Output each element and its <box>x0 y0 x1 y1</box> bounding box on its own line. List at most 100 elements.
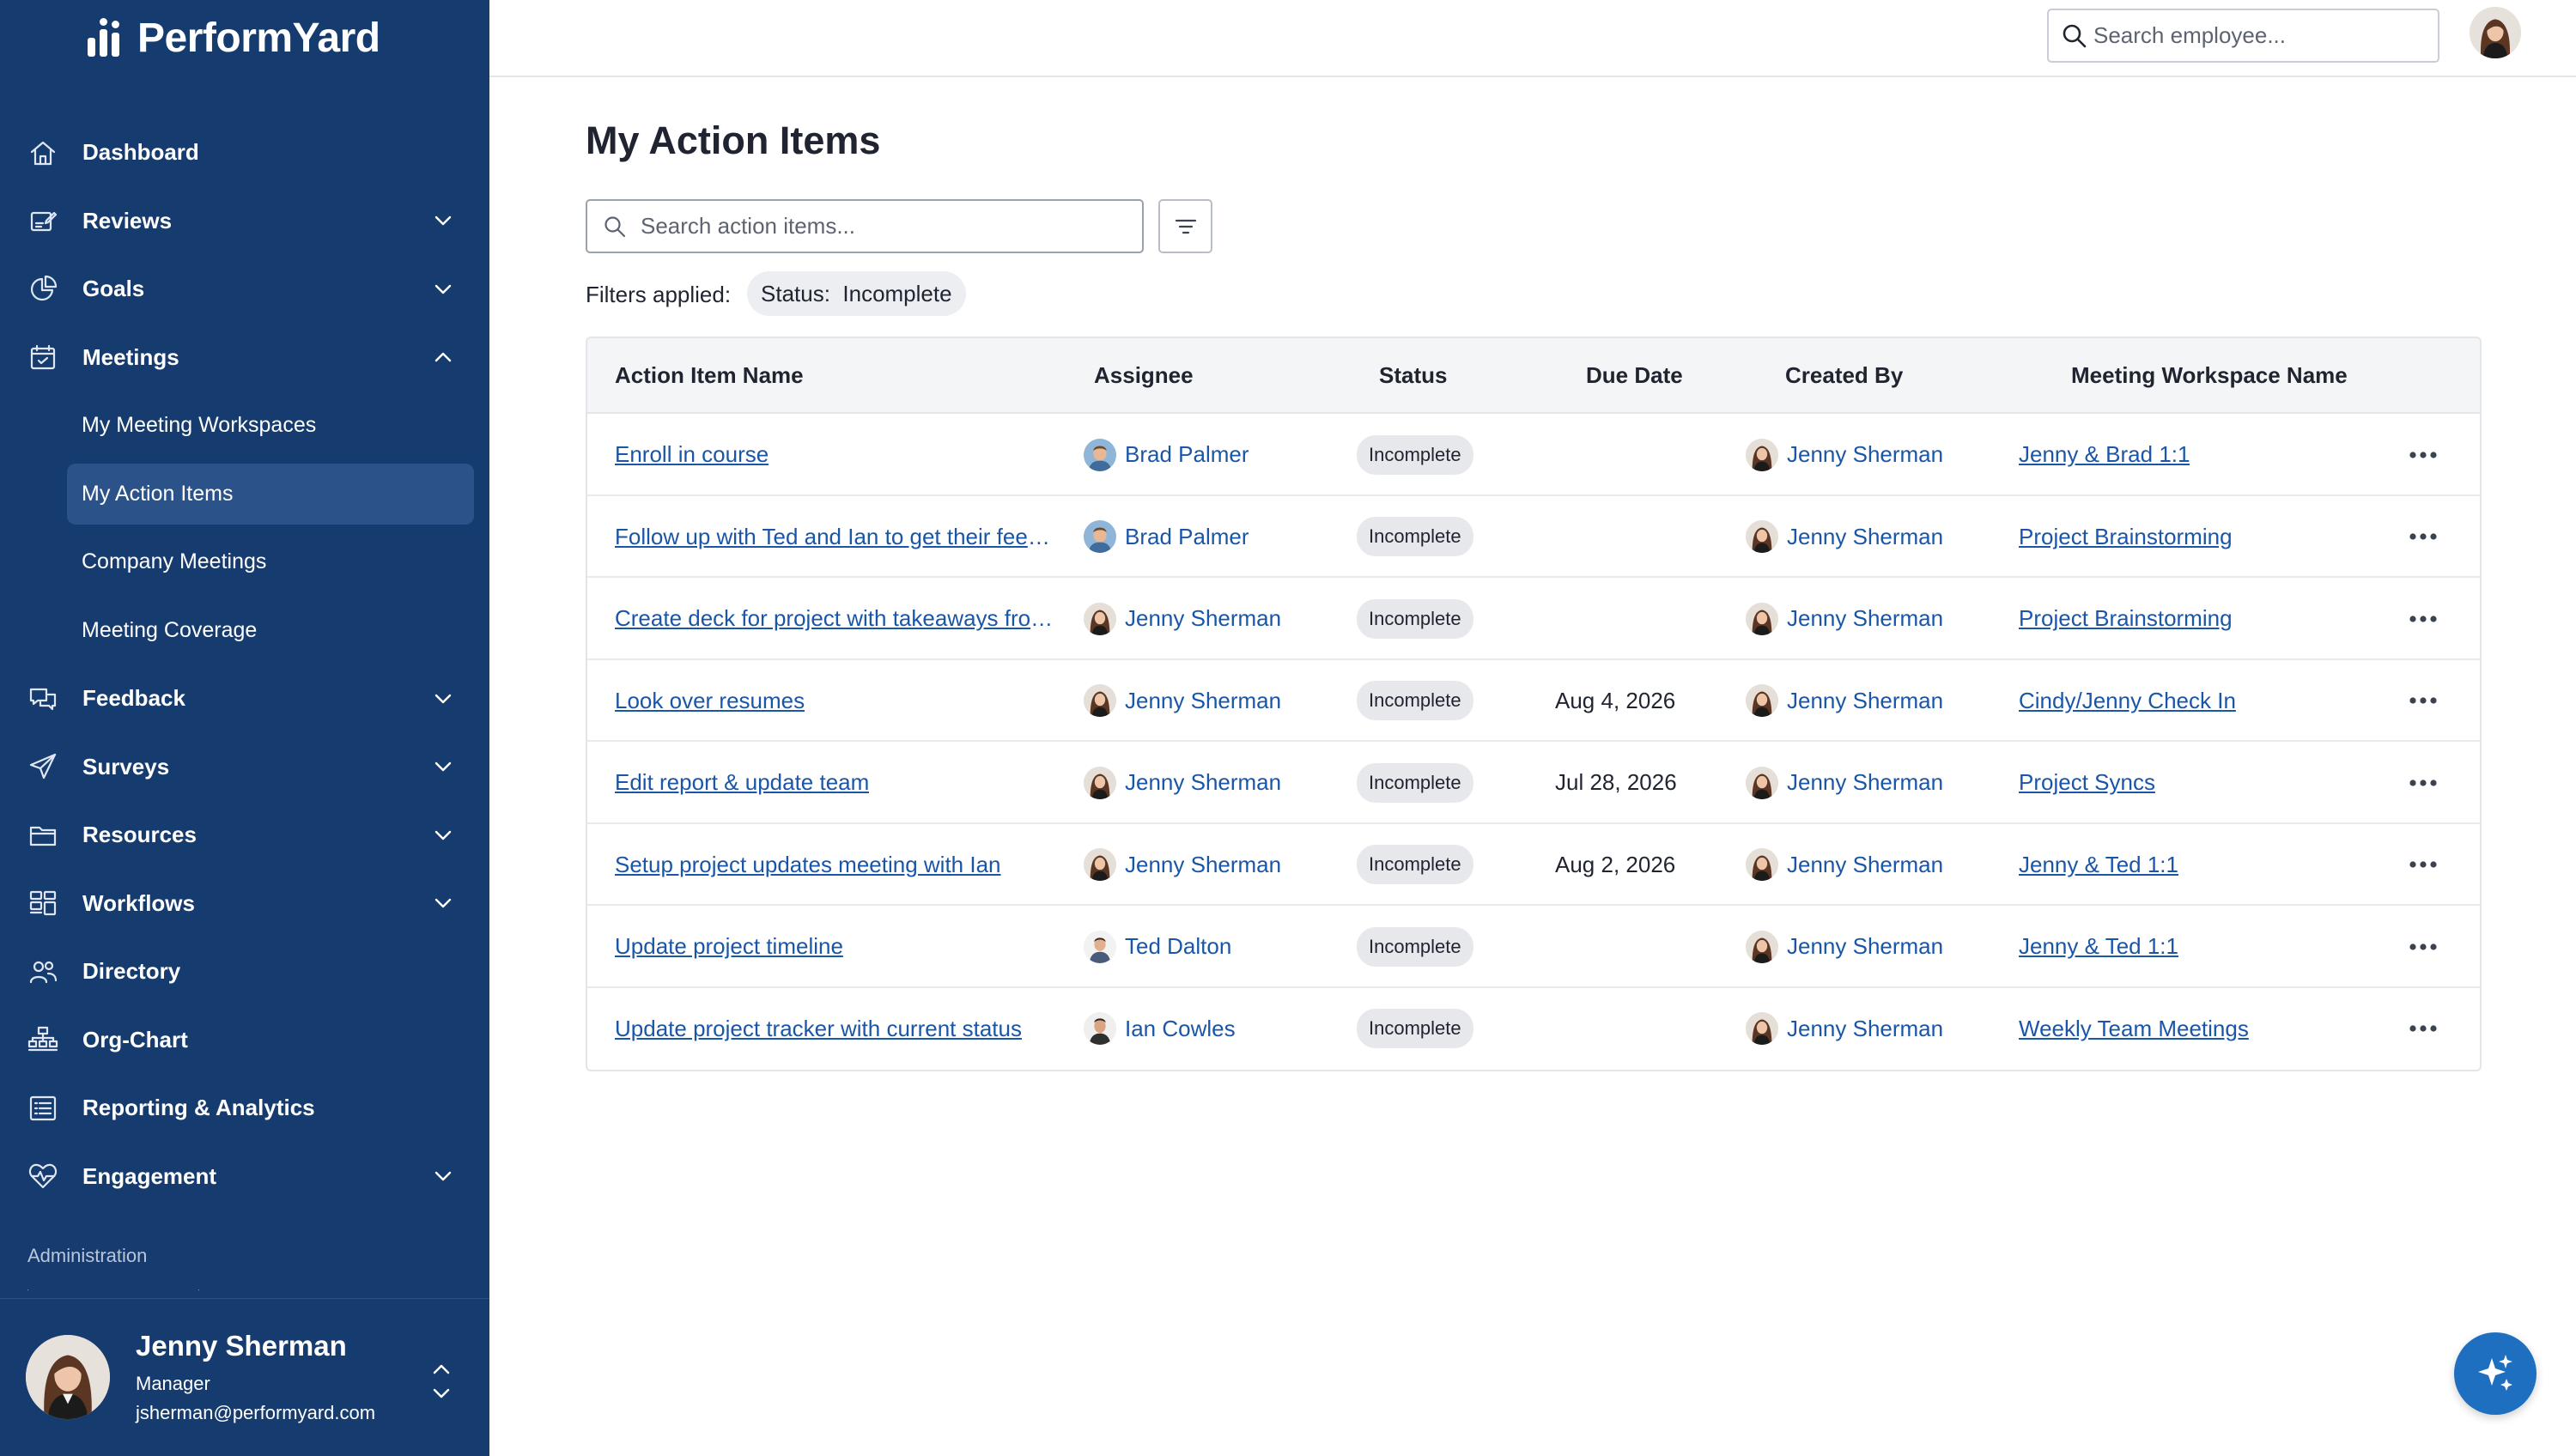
sidebar-subitem-my-action-items[interactable]: My Action Items <box>0 460 489 529</box>
created-by-link[interactable]: Jenny Sherman <box>1746 848 1943 882</box>
workspace-link[interactable]: Cindy/Jenny Check In <box>2019 688 2236 714</box>
chevron-up-icon[interactable] <box>431 345 455 369</box>
assignee-avatar <box>1084 684 1116 718</box>
sidebar-item-goals[interactable]: Goals <box>0 255 489 324</box>
chevron-down-icon[interactable] <box>431 1164 455 1188</box>
assignee-link[interactable]: Jenny Sherman <box>1084 848 1282 882</box>
more-options-icon[interactable] <box>2404 928 2442 966</box>
column-header-status[interactable]: Status <box>1379 362 1447 389</box>
sidebar-item-label: Workflows <box>82 889 195 916</box>
created-by-link[interactable]: Jenny Sherman <box>1746 766 1943 799</box>
workspace-link[interactable]: Jenny & Brad 1:1 <box>2019 441 2190 468</box>
chevron-down-icon[interactable] <box>431 755 455 779</box>
main-nav: Dashboard Reviews Goals Meetings My Meeting … <box>0 118 489 1210</box>
status-badge: Incomplete <box>1357 1009 1473 1049</box>
assignee-name: Jenny Sherman <box>1125 851 1282 877</box>
chevron-down-icon[interactable] <box>431 823 455 847</box>
user-avatar[interactable] <box>2470 7 2521 58</box>
employee-search[interactable] <box>2047 9 2439 63</box>
sidebar-item-reporting-and-analytics[interactable]: Reporting & Analytics <box>0 1074 489 1143</box>
org-chart-icon <box>26 1022 60 1057</box>
chevron-down-icon[interactable] <box>431 687 455 711</box>
heart-pulse-icon <box>26 1159 60 1193</box>
sidebar-item-label: Engagement <box>82 1162 217 1189</box>
created-by-link[interactable]: Jenny Sherman <box>1746 602 1943 635</box>
assignee-link[interactable]: Ian Cowles <box>1084 1012 1236 1046</box>
sidebar-item-engagement[interactable]: Engagement <box>0 1143 489 1211</box>
more-options-icon[interactable] <box>2404 764 2442 802</box>
created-by-name: Jenny Sherman <box>1787 441 1944 468</box>
workspace-link[interactable]: Project Brainstorming <box>2019 605 2233 632</box>
created-by-link[interactable]: Jenny Sherman <box>1746 438 1944 471</box>
more-options-icon[interactable] <box>2404 436 2442 474</box>
assignee-link[interactable]: Jenny Sherman <box>1084 602 1281 635</box>
column-header-assignee[interactable]: Assignee <box>1094 362 1194 389</box>
reviews-icon <box>26 203 60 238</box>
action-item-link[interactable]: Setup project updates meeting with Ian <box>615 852 1001 878</box>
action-item-link[interactable]: Update project tracker with current stat… <box>615 1016 1022 1042</box>
more-options-icon[interactable] <box>2404 518 2442 555</box>
action-item-link[interactable]: Follow up with Ted and Ian to get their … <box>615 524 1061 550</box>
sidebar-subitem-meeting-coverage[interactable]: Meeting Coverage <box>0 597 489 665</box>
sidebar-item-reviews[interactable]: Reviews <box>0 187 489 256</box>
chevron-down-icon[interactable] <box>431 209 455 233</box>
ai-assistant-button[interactable] <box>2454 1332 2537 1415</box>
search-icon <box>605 216 626 238</box>
filter-button[interactable] <box>1158 199 1212 253</box>
column-header-meeting-workspace-name[interactable]: Meeting Workspace Name <box>2071 362 2348 389</box>
sidebar-subitem-label: Meeting Coverage <box>82 617 258 642</box>
user-profile[interactable]: Jenny Sherman Manager jsherman@performya… <box>0 1298 489 1456</box>
sidebar-subitem-company-meetings[interactable]: Company Meetings <box>0 528 489 597</box>
workspace-link[interactable]: Project Brainstorming <box>2019 524 2233 550</box>
more-options-icon[interactable] <box>2404 1010 2442 1047</box>
sidebar-item-org-chart[interactable]: Org-Chart <box>0 1006 489 1075</box>
assignee-link[interactable]: Jenny Sherman <box>1084 766 1281 799</box>
action-items-search-input[interactable] <box>641 213 1121 240</box>
admin-section-label: Administration <box>27 1245 148 1266</box>
more-options-icon[interactable] <box>2404 682 2442 719</box>
chevron-down-icon[interactable] <box>431 891 455 915</box>
status-filter-chip[interactable]: Status: Incomplete <box>747 271 966 316</box>
column-header-due-date[interactable]: Due Date <box>1586 362 1683 389</box>
profile-role: Manager <box>136 1373 210 1394</box>
workspace-link[interactable]: Weekly Team Meetings <box>2019 1016 2249 1042</box>
sidebar-subitem-my-meeting-workspaces[interactable]: My Meeting Workspaces <box>0 391 489 460</box>
performyard-logo[interactable]: PerformYard <box>86 12 380 64</box>
workspace-link[interactable]: Project Syncs <box>2019 769 2155 796</box>
due-date: Jul 28, 2026 <box>1555 769 1677 796</box>
column-header-action-item-name[interactable]: Action Item Name <box>615 362 804 389</box>
employee-search-input[interactable] <box>2093 22 2420 49</box>
assignee-link[interactable]: Jenny Sherman <box>1084 684 1281 718</box>
workspace-link[interactable]: Jenny & Ted 1:1 <box>2019 933 2178 960</box>
action-item-link[interactable]: Update project timeline <box>615 933 843 960</box>
workspace-link[interactable]: Jenny & Ted 1:1 <box>2019 852 2178 878</box>
sidebar-item-workflows[interactable]: Workflows <box>0 870 489 938</box>
more-options-icon[interactable] <box>2404 600 2442 638</box>
column-header-created-by[interactable]: Created By <box>1785 362 1903 389</box>
assignee-link[interactable]: Brad Palmer <box>1084 520 1249 554</box>
sidebar-item-dashboard[interactable]: Dashboard <box>0 118 489 187</box>
assignee-avatar <box>1084 930 1116 963</box>
people-icon <box>26 955 60 989</box>
profile-expand-icon[interactable] <box>429 1357 453 1405</box>
action-items-search[interactable] <box>586 199 1144 253</box>
assignee-link[interactable]: Ted Dalton <box>1084 930 1231 963</box>
sidebar-item-feedback[interactable]: Feedback <box>0 664 489 733</box>
action-item-link[interactable]: Edit report & update team <box>615 769 869 796</box>
created-by-avatar <box>1746 438 1778 471</box>
status-badge: Incomplete <box>1357 598 1473 639</box>
created-by-link[interactable]: Jenny Sherman <box>1746 930 1943 963</box>
created-by-link[interactable]: Jenny Sherman <box>1746 520 1943 554</box>
sidebar-item-surveys[interactable]: Surveys <box>0 733 489 802</box>
action-item-link[interactable]: Enroll in course <box>615 441 769 468</box>
sidebar-item-meetings[interactable]: Meetings <box>0 324 489 392</box>
assignee-link[interactable]: Brad Palmer <box>1084 438 1249 471</box>
chevron-down-icon[interactable] <box>431 277 455 301</box>
action-item-link[interactable]: Create deck for project with takeaways f… <box>615 605 1061 632</box>
action-item-link[interactable]: Look over resumes <box>615 688 805 714</box>
created-by-link[interactable]: Jenny Sherman <box>1746 1012 1943 1046</box>
sidebar-item-resources[interactable]: Resources <box>0 801 489 870</box>
more-options-icon[interactable] <box>2404 846 2442 883</box>
sidebar-item-directory[interactable]: Directory <box>0 937 489 1006</box>
created-by-link[interactable]: Jenny Sherman <box>1746 684 1943 718</box>
